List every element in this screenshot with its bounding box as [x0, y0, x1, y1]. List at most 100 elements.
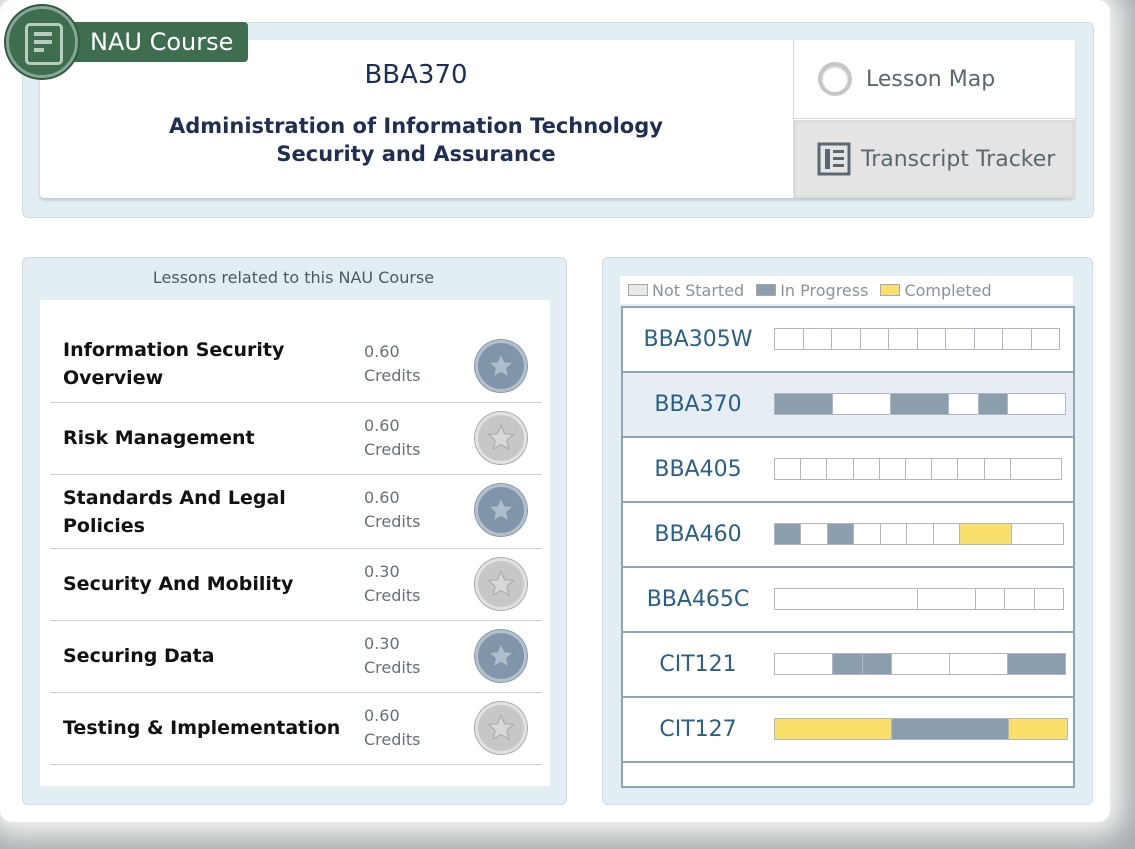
- transcript-icon: [817, 142, 851, 176]
- course-title: Administration of Information Technology…: [169, 114, 663, 166]
- course-row[interactable]: BBA405: [623, 438, 1073, 503]
- progress-segment-in-progress: [775, 394, 833, 414]
- lesson-map-label: Lesson Map: [866, 66, 996, 92]
- course-code-link[interactable]: BBA405: [623, 438, 773, 501]
- legend-label: In Progress: [780, 280, 869, 300]
- progress-segment-not-started: [1008, 394, 1065, 414]
- progress-bar: [774, 588, 1064, 610]
- course-code-link[interactable]: BBA465C: [623, 568, 773, 631]
- credits-value: 0.60: [364, 488, 400, 507]
- credits-unit: Credits: [364, 512, 421, 531]
- credits-unit: Credits: [364, 586, 421, 605]
- progress-segment-not-started: [775, 329, 804, 349]
- course-row[interactable]: CIT121: [623, 633, 1073, 698]
- star-icon[interactable]: [475, 484, 527, 536]
- credits-value: 0.30: [364, 562, 400, 581]
- lesson-name: Standards And Legal Policies: [63, 487, 286, 537]
- progress-segment-not-started: [801, 524, 828, 544]
- progress-segment-not-started: [853, 459, 880, 479]
- lesson-map-button[interactable]: Lesson Map: [793, 40, 1075, 119]
- course-code-link[interactable]: BBA305W: [623, 308, 773, 371]
- lesson-credits: 0.30 Credits: [364, 560, 420, 608]
- course-row[interactable]: BBA465C: [623, 568, 1073, 633]
- progress-segment-completed: [1009, 719, 1067, 739]
- progress-segment-not-started: [801, 459, 828, 479]
- lesson-row[interactable]: Securing Data 0.30 Credits: [50, 620, 542, 693]
- progress-segment-not-started: [832, 329, 861, 349]
- progress-segment-not-started: [775, 459, 802, 479]
- lesson-credits: 0.60 Credits: [364, 414, 420, 462]
- progress-segment-not-started: [892, 654, 950, 674]
- progress-segment-not-started: [803, 329, 832, 349]
- star-icon[interactable]: [475, 702, 527, 754]
- lesson-name: Securing Data: [63, 645, 215, 667]
- course-code-link[interactable]: CIT121: [623, 633, 773, 696]
- in-progress-swatch: [756, 284, 777, 296]
- legend-in-progress: In Progress: [756, 281, 868, 300]
- lesson-name: Information Security Overview: [63, 339, 285, 389]
- course-header-card: BBA370 Administration of Information Tec…: [40, 40, 1075, 198]
- progress-segment-completed: [960, 524, 1013, 544]
- progress-segment-not-started: [958, 459, 985, 479]
- progress-segment-in-progress: [891, 394, 949, 414]
- credits-unit: Credits: [364, 440, 421, 459]
- course-row[interactable]: BBA370: [623, 373, 1073, 438]
- lesson-credits: 0.60 Credits: [364, 340, 420, 388]
- lessons-list: Information Security Overview 0.60 Credi…: [40, 300, 550, 786]
- progress-segment-in-progress: [978, 394, 1008, 414]
- course-row[interactable]: BBA305W: [623, 308, 1073, 373]
- star-icon[interactable]: [475, 630, 527, 682]
- lesson-row[interactable]: Risk Management 0.60 Credits: [50, 402, 542, 475]
- lessons-heading: Lessons related to this NAU Course: [152, 268, 435, 287]
- star-icon[interactable]: [475, 558, 527, 610]
- credits-unit: Credits: [364, 658, 421, 677]
- lesson-row[interactable]: Standards And Legal Policies 0.60 Credit…: [50, 474, 542, 549]
- credits-unit: Credits: [364, 366, 421, 385]
- legend-not-started: Not Started: [628, 281, 744, 300]
- circle-icon: [818, 62, 852, 96]
- course-progress-table: BBA305W BBA370 BBA405 BBA460 BBA465C CIT…: [621, 306, 1075, 788]
- lesson-row[interactable]: Testing & Implementation 0.60 Credits: [50, 692, 542, 765]
- progress-segment-not-started: [854, 524, 881, 544]
- course-row[interactable]: BBA460: [623, 503, 1073, 568]
- progress-segment-in-progress: [827, 524, 855, 544]
- course-code-link[interactable]: CIT127: [623, 698, 773, 761]
- credits-value: 0.30: [364, 634, 400, 653]
- progress-segment-not-started: [1031, 329, 1059, 349]
- progress-segment-in-progress: [833, 654, 863, 674]
- progress-segment-not-started: [827, 459, 854, 479]
- progress-segment-not-started: [974, 329, 1003, 349]
- star-icon[interactable]: [475, 340, 527, 392]
- progress-segment-not-started: [984, 459, 1011, 479]
- lesson-row[interactable]: Security And Mobility 0.30 Credits: [50, 548, 542, 621]
- course-document-icon: [6, 6, 78, 78]
- course-code-link[interactable]: BBA460: [623, 503, 773, 566]
- lesson-row[interactable]: Information Security Overview 0.60 Credi…: [50, 328, 542, 403]
- progress-segment-not-started: [918, 589, 976, 609]
- progress-segment-not-started: [879, 459, 906, 479]
- progress-segment-not-started: [1003, 329, 1032, 349]
- star-icon[interactable]: [475, 412, 527, 464]
- progress-legend: Not Started In Progress Completed: [620, 276, 1073, 304]
- progress-bar: [774, 523, 1064, 545]
- progress-bar: [774, 718, 1068, 740]
- progress-segment-in-progress: [862, 654, 892, 674]
- progress-segment-not-started: [833, 394, 891, 414]
- progress-segment-not-started: [932, 459, 959, 479]
- nau-course-badge: NAU Course: [68, 22, 248, 62]
- progress-segment-not-started: [905, 459, 933, 479]
- lesson-credits: 0.30 Credits: [364, 632, 420, 680]
- credits-value: 0.60: [364, 416, 400, 435]
- progress-segment-not-started: [946, 329, 975, 349]
- progress-segment-completed: [775, 719, 892, 739]
- progress-segment-not-started: [860, 329, 889, 349]
- progress-segment-not-started: [917, 329, 946, 349]
- legend-label: Not Started: [652, 280, 745, 300]
- course-code-link[interactable]: BBA370: [623, 373, 773, 436]
- course-row[interactable]: CIT127: [623, 698, 1073, 763]
- progress-bar: [774, 458, 1062, 480]
- transcript-tracker-button[interactable]: Transcript Tracker: [793, 120, 1075, 198]
- progress-segment-in-progress: [892, 719, 1009, 739]
- credits-value: 0.60: [364, 342, 400, 361]
- progress-segment-not-started: [880, 524, 908, 544]
